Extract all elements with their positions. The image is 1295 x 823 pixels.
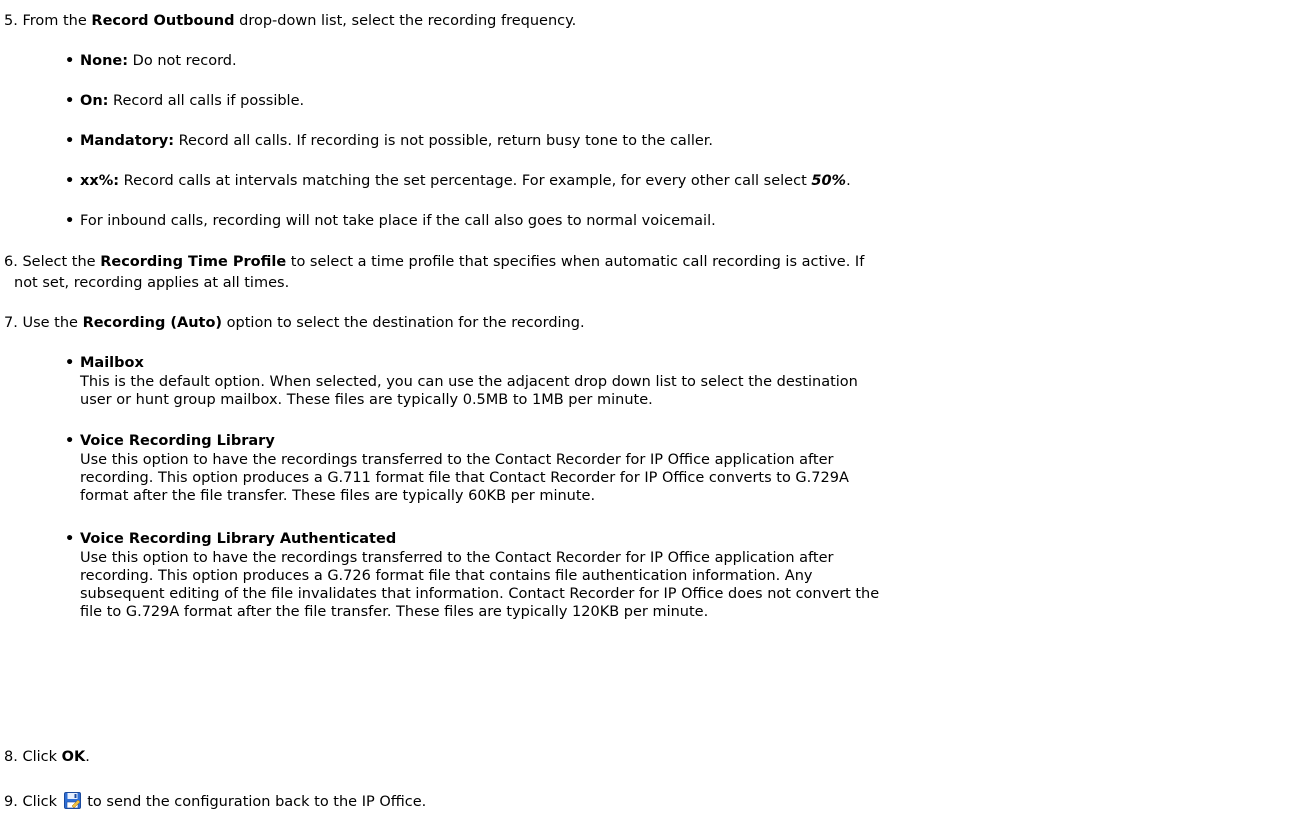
step-text: drop-down list, select the recording fre…	[234, 13, 577, 29]
option-term: Mandatory:	[80, 133, 174, 149]
destination-term: Voice Recording Library	[80, 433, 275, 449]
step-5: 5. From the Record Outbound drop-down li…	[4, 12, 1290, 30]
description-line: Use this option to have the recordings t…	[80, 452, 834, 468]
destination-term: Voice Recording Library Authenticated	[80, 531, 397, 547]
percentage-example: 50%	[811, 173, 847, 189]
step-text: Select the	[22, 254, 101, 270]
destination-item: • Voice Recording Library Authenticated	[65, 531, 397, 547]
description-line: file to G.729A format after the file tra…	[80, 604, 709, 620]
save-disk-icon	[63, 792, 81, 809]
option-term: xx%:	[80, 173, 120, 189]
destination-description: Use this option to have the recordings t…	[80, 451, 1285, 505]
step-8: 8. Click OK.	[4, 748, 1290, 766]
list-item: • For inbound calls, recording will not t…	[65, 213, 716, 229]
option-text: Record calls at intervals matching the s…	[119, 173, 812, 189]
ok-button-reference: OK	[61, 749, 86, 765]
option-text: Record all calls. If recording is not po…	[174, 133, 714, 149]
step-text: Click	[22, 794, 62, 810]
step-text: to select a time profile that specifies …	[286, 254, 865, 270]
description-line: format after the file transfer. These fi…	[80, 488, 596, 504]
step-7: 7. Use the Recording (Auto) option to se…	[4, 314, 1290, 332]
option-text: .	[846, 173, 851, 189]
document-page: 5. From the Record Outbound drop-down li…	[0, 0, 1295, 823]
list-item: • On: Record all calls if possible.	[65, 93, 305, 109]
description-line: subsequent editing of the file invalidat…	[80, 586, 880, 602]
step-number: 9.	[4, 794, 18, 810]
field-name: Record Outbound	[91, 13, 235, 29]
step-text: not set, recording applies at all times.	[14, 275, 290, 291]
step-text: option to select the destination for the…	[222, 315, 585, 331]
list-item: • xx%: Record calls at intervals matching…	[65, 173, 851, 189]
step-9: 9. Click to send the configuration back …	[4, 792, 1290, 811]
description-line: Use this option to have the recordings t…	[80, 550, 834, 566]
field-name: Recording Time Profile	[100, 254, 287, 270]
description-line: This is the default option. When selecte…	[80, 374, 858, 390]
description-line: user or hunt group mailbox. These files …	[80, 392, 653, 408]
step-number: 5.	[4, 13, 18, 29]
step-text: to send the configuration back to the IP…	[82, 794, 427, 810]
step-text: .	[85, 749, 90, 765]
option-text: Do not record.	[128, 53, 237, 69]
description-line: recording. This option produces a G.726 …	[80, 568, 813, 584]
option-term: On:	[80, 93, 109, 109]
destination-item: • Mailbox	[65, 355, 144, 371]
option-text: For inbound calls, recording will not ta…	[80, 213, 716, 229]
destination-description: Use this option to have the recordings t…	[80, 549, 1285, 621]
step-text: From the	[22, 13, 92, 29]
step-number: 7.	[4, 315, 18, 331]
destination-term: Mailbox	[80, 355, 144, 371]
step-text: Use the	[22, 315, 83, 331]
option-text: Record all calls if possible.	[108, 93, 305, 109]
step-6: 6. Select the Recording Time Profile to …	[4, 253, 1290, 271]
step-text: Click	[22, 749, 62, 765]
list-item: • None: Do not record.	[65, 53, 237, 69]
description-line: recording. This option produces a G.711 …	[80, 470, 849, 486]
step-number: 6.	[4, 254, 18, 270]
destination-description: This is the default option. When selecte…	[80, 373, 1285, 409]
step-number: 8.	[4, 749, 18, 765]
option-term: None:	[80, 53, 129, 69]
list-item: • Mandatory: Record all calls. If recordi…	[65, 133, 714, 149]
step-6-continuation: not set, recording applies at all times.	[14, 274, 1295, 292]
field-name: Recording (Auto)	[82, 315, 223, 331]
destination-item: • Voice Recording Library	[65, 433, 275, 449]
